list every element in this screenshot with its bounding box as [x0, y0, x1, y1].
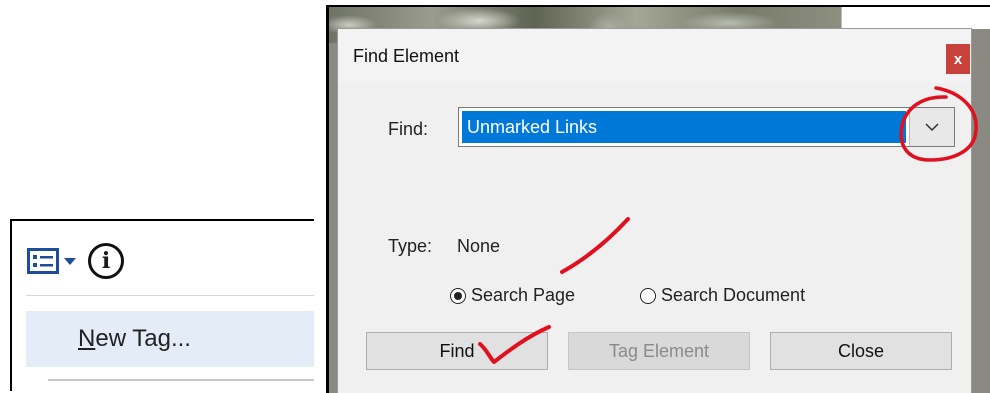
tag-element-button-label: Tag Element — [608, 340, 710, 361]
close-glyph: x — [953, 50, 963, 68]
find-dropdown-button[interactable] — [909, 108, 954, 146]
find-label: Find: — [388, 119, 429, 139]
search-page-radio[interactable]: Search Page — [450, 285, 575, 306]
close-button[interactable]: Close — [770, 332, 952, 370]
find-button[interactable]: Find — [366, 332, 548, 370]
search-document-radio[interactable]: Search Document — [640, 285, 805, 306]
radio-button[interactable] — [450, 287, 466, 304]
tag-element-button[interactable]: Tag Element — [568, 332, 750, 370]
info-glyph: i — [101, 248, 111, 274]
menu-item-new-tag[interactable]: New Tag... — [26, 311, 314, 367]
type-label: Type: — [388, 236, 433, 256]
type-value: None — [457, 236, 501, 256]
menu-item-label: New Tag... — [78, 325, 191, 353]
menu-divider — [48, 379, 314, 381]
dialog-titlebar: Find Element x — [338, 29, 971, 83]
chevron-down-icon — [925, 122, 939, 131]
menu-item-label-rest: ew Tag... — [95, 325, 191, 352]
menu-item-mnemonic: N — [78, 325, 96, 352]
dialog-title: Find Element — [353, 46, 460, 66]
tags-toolbar: i — [26, 241, 124, 281]
find-button-label: Find — [439, 340, 475, 361]
search-page-label: Search Page — [471, 285, 576, 305]
tag-options-icon — [27, 248, 59, 274]
info-icon[interactable]: i — [88, 243, 124, 279]
find-element-dialog: Find Element x Find: Unmarked Links Type… — [337, 28, 972, 393]
close-icon[interactable]: x — [946, 44, 970, 74]
radio-button[interactable] — [640, 287, 656, 304]
close-button-label: Close — [837, 340, 885, 361]
search-document-label: Search Document — [661, 285, 806, 305]
find-dropdown-value: Unmarked Links — [462, 111, 906, 143]
find-dropdown[interactable]: Unmarked Links — [458, 107, 955, 147]
background-page — [841, 7, 990, 29]
chevron-down-icon[interactable] — [64, 257, 76, 265]
radio-selected-dot — [454, 291, 462, 300]
tag-options-button[interactable] — [26, 247, 60, 275]
menu-separator — [26, 295, 314, 296]
tags-panel: i New Tag... — [10, 219, 314, 391]
